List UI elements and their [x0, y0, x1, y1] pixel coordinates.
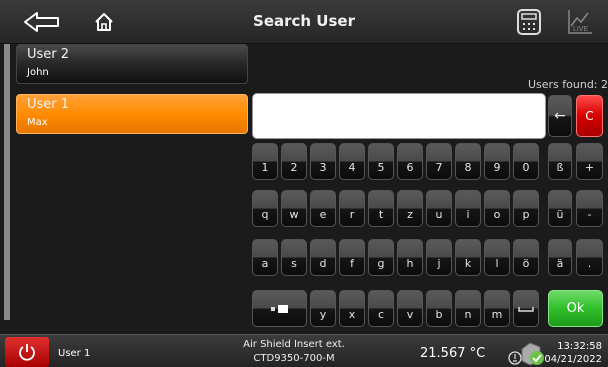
key-row4-1[interactable]: x: [339, 290, 365, 327]
calculator-button[interactable]: [514, 6, 544, 38]
key-row1-11[interactable]: +: [576, 143, 603, 180]
key-row1-8[interactable]: 9: [484, 143, 510, 180]
space-key[interactable]: [513, 290, 539, 327]
keyboard-toggle-icon: [270, 304, 288, 313]
key-row2-0[interactable]: q: [252, 190, 278, 227]
space-icon: [518, 306, 534, 312]
key-row1-0[interactable]: 1: [252, 143, 278, 180]
backspace-key[interactable]: ←: [548, 95, 572, 137]
power-icon: [19, 344, 35, 361]
power-button[interactable]: [5, 337, 49, 367]
temperature-readout: 21.567 °C: [420, 346, 486, 361]
key-row1-7[interactable]: 8: [455, 143, 481, 180]
key-row1-10[interactable]: ß: [548, 143, 572, 180]
key-row2-1[interactable]: w: [281, 190, 307, 227]
key-row3-1[interactable]: s: [281, 239, 307, 276]
header-bar: Search User LIVE: [0, 0, 608, 44]
key-row2-5[interactable]: z: [397, 190, 423, 227]
key-row2-9[interactable]: p: [513, 190, 539, 227]
key-row3-10[interactable]: ä: [548, 239, 572, 276]
clear-key[interactable]: C: [576, 95, 603, 137]
list-scrollbar[interactable]: [4, 44, 10, 320]
key-row1-2[interactable]: 3: [310, 143, 336, 180]
key-row4-2[interactable]: c: [368, 290, 394, 327]
key-row4-0[interactable]: y: [310, 290, 336, 327]
key-row2-2[interactable]: e: [310, 190, 336, 227]
key-row4-6[interactable]: m: [484, 290, 510, 327]
clock-date: 04/21/2022: [544, 354, 602, 365]
clock-time: 13:32:58: [557, 341, 602, 352]
key-row4-4[interactable]: b: [426, 290, 452, 327]
logged-in-user: User 1: [58, 348, 91, 359]
key-row3-4[interactable]: g: [368, 239, 394, 276]
key-row1-4[interactable]: 5: [368, 143, 394, 180]
key-row2-3[interactable]: r: [339, 190, 365, 227]
user-name: User 1: [27, 97, 70, 112]
keyboard-toggle-key[interactable]: [252, 290, 307, 327]
user-list-item-user-1[interactable]: User 1 Max: [16, 94, 248, 134]
key-row2-10[interactable]: ü: [548, 190, 572, 227]
user-list-item-user-2[interactable]: User 2 John: [16, 44, 248, 84]
search-input[interactable]: [252, 93, 546, 139]
device-model: CTD9350-700-M: [253, 353, 335, 364]
key-row1-1[interactable]: 2: [281, 143, 307, 180]
status-bar: User 1 Air Shield Insert ext. CTD9350-70…: [0, 334, 608, 367]
user-first-name: Max: [27, 117, 48, 128]
key-row3-5[interactable]: h: [397, 239, 423, 276]
key-row3-2[interactable]: d: [310, 239, 336, 276]
key-row3-7[interactable]: k: [455, 239, 481, 276]
key-row2-4[interactable]: t: [368, 190, 394, 227]
key-row3-6[interactable]: j: [426, 239, 452, 276]
live-label: LIVE: [573, 26, 589, 33]
key-row3-11[interactable]: .: [576, 239, 603, 276]
live-chart-icon: LIVE: [568, 10, 592, 34]
main-content: User 2 John User 1 Max Users found: 2 ← …: [0, 44, 608, 334]
key-row2-11[interactable]: -: [576, 190, 603, 227]
ok-button[interactable]: Ok: [548, 290, 603, 327]
key-row4-5[interactable]: n: [455, 290, 481, 327]
key-row3-9[interactable]: ö: [513, 239, 539, 276]
device-name: Air Shield Insert ext.: [243, 339, 345, 350]
key-row3-3[interactable]: f: [339, 239, 365, 276]
user-list: User 2 John User 1 Max: [16, 44, 248, 144]
key-row1-6[interactable]: 7: [426, 143, 452, 180]
device-info: Air Shield Insert ext. CTD9350-700-M: [236, 338, 352, 366]
calculator-icon: [517, 9, 541, 35]
key-row2-6[interactable]: u: [426, 190, 452, 227]
users-found-count: Users found: 2: [527, 78, 608, 91]
key-row3-8[interactable]: l: [484, 239, 510, 276]
key-row3-0[interactable]: a: [252, 239, 278, 276]
key-row4-3[interactable]: v: [397, 290, 423, 327]
live-chart-button[interactable]: LIVE: [565, 6, 595, 38]
user-first-name: John: [27, 67, 49, 78]
key-row1-5[interactable]: 6: [397, 143, 423, 180]
user-name: User 2: [27, 47, 70, 62]
date-time: 13:32:58 04/21/2022: [544, 340, 602, 366]
key-row2-8[interactable]: o: [484, 190, 510, 227]
key-row1-3[interactable]: 4: [339, 143, 365, 180]
key-row1-9[interactable]: 0: [513, 143, 539, 180]
key-row2-7[interactable]: i: [455, 190, 481, 227]
